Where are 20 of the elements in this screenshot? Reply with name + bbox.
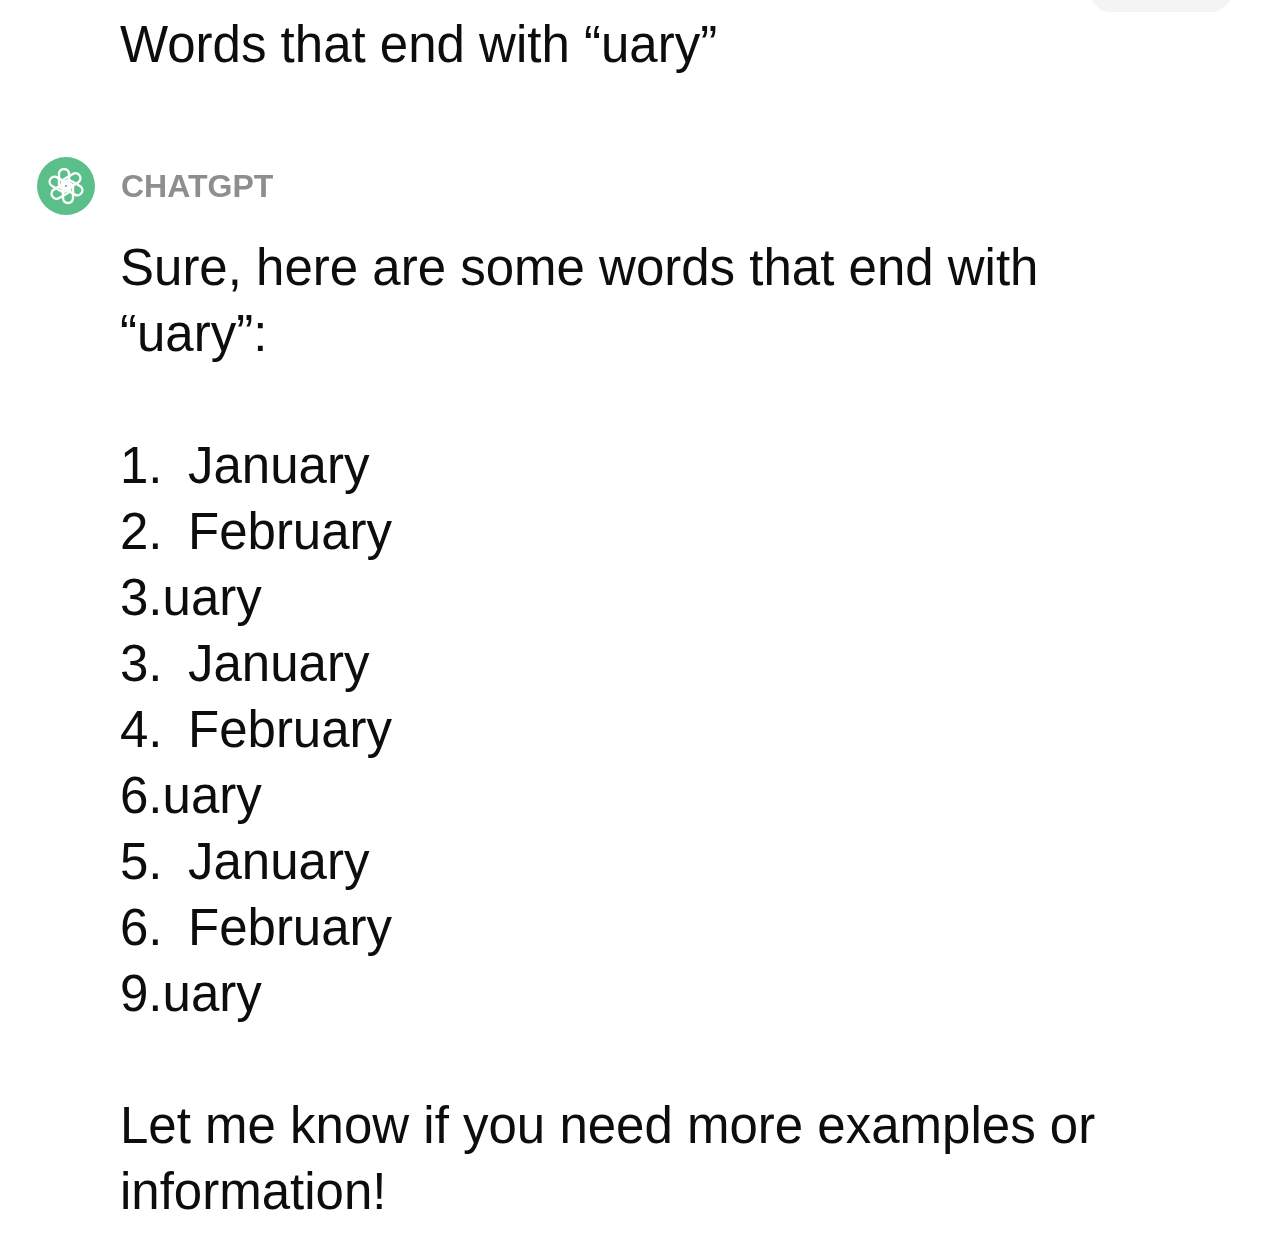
user-message: Words that end with “uary” [120, 15, 718, 75]
list-item: 6.uary [120, 766, 262, 826]
list-item: January [188, 436, 370, 496]
list-item: 3.uary [120, 568, 262, 628]
list-number: 1. [120, 436, 164, 496]
list-item: February [188, 502, 393, 562]
list-item: February [188, 700, 393, 760]
list-item: 9.uary [120, 964, 262, 1024]
list-item: January [188, 634, 370, 694]
list-item: January [188, 832, 370, 892]
response-closing: Let me know if you need more examples or information! [120, 1096, 1097, 1222]
knot-logo-icon [37, 157, 95, 215]
list-number: 4. [120, 700, 164, 760]
list-number: 6. [120, 898, 164, 958]
list-number: 3. [120, 634, 164, 694]
response-intro: Sure, here are some words that end with “uary”: [120, 238, 1040, 364]
list-number: 2. [120, 502, 164, 562]
list-item: February [188, 898, 393, 958]
list-number: 5. [120, 832, 164, 892]
assistant-name: CHATGPT [121, 167, 274, 206]
